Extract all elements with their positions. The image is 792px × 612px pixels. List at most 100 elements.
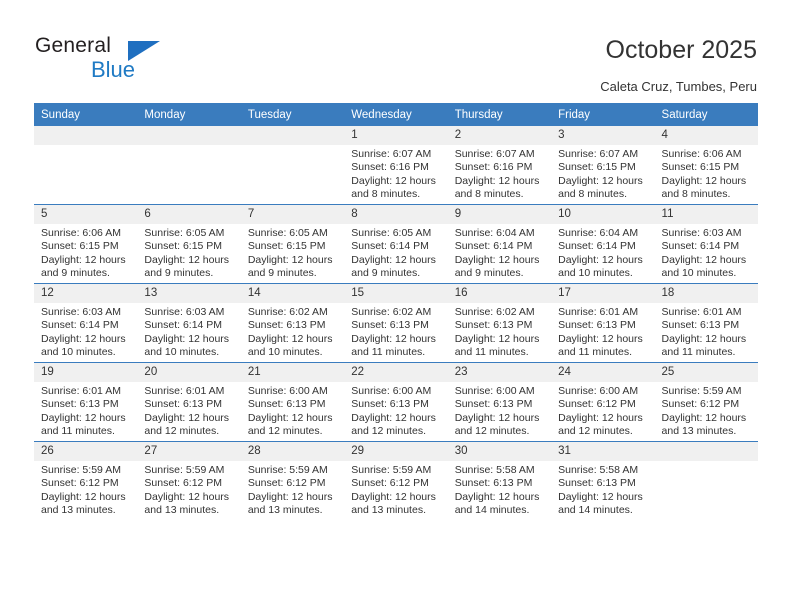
calendar-day-cell[interactable]: 16 Sunrise: 6:02 AM Sunset: 6:13 PM Dayl… <box>447 283 552 363</box>
day-number: 28 <box>240 442 345 461</box>
calendar-day-cell[interactable]: 20 Sunrise: 6:01 AM Sunset: 6:13 PM Dayl… <box>137 362 241 442</box>
sunset-text: Sunset: 6:13 PM <box>661 319 740 332</box>
day-number: 31 <box>551 442 655 461</box>
calendar-day-cell[interactable]: 7 Sunrise: 6:05 AM Sunset: 6:15 PM Dayli… <box>240 204 345 284</box>
sunrise-text: Sunrise: 6:05 AM <box>247 227 328 239</box>
calendar-day-cell[interactable]: 28 Sunrise: 5:59 AM Sunset: 6:12 PM Dayl… <box>240 441 345 520</box>
sunset-text: Sunset: 6:15 PM <box>661 161 740 174</box>
daylight-text-line1: Daylight: 12 hours <box>454 332 540 345</box>
sunrise-text: Sunrise: 6:05 AM <box>144 227 225 239</box>
day-details: Sunrise: 6:00 AM Sunset: 6:13 PM Dayligh… <box>448 382 551 439</box>
day-number: 2 <box>447 126 552 145</box>
calendar-day-cell[interactable]: 14 Sunrise: 6:02 AM Sunset: 6:13 PM Dayl… <box>240 283 345 363</box>
calendar-day-cell[interactable]: 24 Sunrise: 6:00 AM Sunset: 6:12 PM Dayl… <box>551 362 655 442</box>
calendar-day-cell[interactable]: 22 Sunrise: 6:00 AM Sunset: 6:13 PM Dayl… <box>344 362 448 442</box>
day-number: 22 <box>344 363 448 382</box>
daylight-text-line2: and 10 minutes. <box>661 267 737 280</box>
day-details: Sunrise: 6:00 AM Sunset: 6:13 PM Dayligh… <box>241 382 344 439</box>
sunrise-text: Sunrise: 6:03 AM <box>661 227 742 239</box>
sunset-text: Sunset: 6:12 PM <box>247 477 326 490</box>
daylight-text-line2: and 9 minutes. <box>41 267 110 280</box>
calendar-day-cell[interactable]: 26 Sunrise: 5:59 AM Sunset: 6:12 PM Dayl… <box>34 441 138 520</box>
calendar-week-row: 12 Sunrise: 6:03 AM Sunset: 6:14 PM Dayl… <box>34 283 758 363</box>
calendar-day-cell[interactable]: 11 Sunrise: 6:03 AM Sunset: 6:14 PM Dayl… <box>654 204 758 284</box>
calendar-day-cell[interactable]: 10 Sunrise: 6:04 AM Sunset: 6:14 PM Dayl… <box>551 204 655 284</box>
sunset-text: Sunset: 6:13 PM <box>558 477 636 490</box>
calendar-day-cell[interactable]: 8 Sunrise: 6:05 AM Sunset: 6:14 PM Dayli… <box>344 204 448 284</box>
sunrise-text: Sunrise: 6:02 AM <box>454 306 535 318</box>
calendar-day-cell[interactable] <box>34 126 138 205</box>
logo-text-blue: Blue <box>91 57 136 82</box>
calendar-day-cell[interactable]: 29 Sunrise: 5:59 AM Sunset: 6:12 PM Dayl… <box>344 441 448 520</box>
calendar-day-cell[interactable]: 18 Sunrise: 6:01 AM Sunset: 6:13 PM Dayl… <box>654 283 758 363</box>
page-title: October 2025 <box>605 36 758 64</box>
calendar-day-cell[interactable]: 23 Sunrise: 6:00 AM Sunset: 6:13 PM Dayl… <box>447 362 552 442</box>
daylight-text-line1: Daylight: 12 hours <box>144 490 230 503</box>
sunrise-text: Sunrise: 6:01 AM <box>144 385 225 397</box>
calendar-day-cell[interactable]: 30 Sunrise: 5:58 AM Sunset: 6:13 PM Dayl… <box>447 441 552 520</box>
day-details: Sunrise: 6:00 AM Sunset: 6:13 PM Dayligh… <box>344 382 447 439</box>
calendar-day-cell[interactable]: 6 Sunrise: 6:05 AM Sunset: 6:15 PM Dayli… <box>137 204 241 284</box>
calendar-day-cell[interactable]: 2 Sunrise: 6:07 AM Sunset: 6:16 PM Dayli… <box>447 126 552 205</box>
sunset-text: Sunset: 6:14 PM <box>454 240 533 253</box>
sunset-text: Sunset: 6:15 PM <box>247 240 326 253</box>
day-number <box>654 442 758 461</box>
daylight-text-line2: and 13 minutes. <box>41 504 116 517</box>
sunset-text: Sunset: 6:14 PM <box>144 319 223 332</box>
calendar-day-cell[interactable]: 19 Sunrise: 6:01 AM Sunset: 6:13 PM Dayl… <box>34 362 138 442</box>
daylight-text-line1: Daylight: 12 hours <box>41 253 126 266</box>
day-details <box>137 145 240 148</box>
day-number: 14 <box>240 284 345 303</box>
daylight-text-line1: Daylight: 12 hours <box>454 253 540 266</box>
day-number: 7 <box>240 205 345 224</box>
weekday-header-sunday: Sunday <box>34 103 138 126</box>
day-number: 13 <box>137 284 241 303</box>
day-details: Sunrise: 6:02 AM Sunset: 6:13 PM Dayligh… <box>448 303 551 360</box>
calendar-day-cell[interactable]: 17 Sunrise: 6:01 AM Sunset: 6:13 PM Dayl… <box>551 283 655 363</box>
calendar-page: General Blue October 2025 Caleta Cruz, T… <box>0 0 792 612</box>
calendar-day-cell[interactable]: 15 Sunrise: 6:02 AM Sunset: 6:13 PM Dayl… <box>344 283 448 363</box>
calendar-day-cell[interactable]: 25 Sunrise: 5:59 AM Sunset: 6:12 PM Dayl… <box>654 362 758 442</box>
daylight-text-line1: Daylight: 12 hours <box>247 490 333 503</box>
sunrise-text: Sunrise: 6:02 AM <box>351 306 432 318</box>
daylight-text-line1: Daylight: 12 hours <box>454 490 540 503</box>
day-number: 10 <box>551 205 655 224</box>
calendar-day-cell[interactable]: 5 Sunrise: 6:06 AM Sunset: 6:15 PM Dayli… <box>34 204 138 284</box>
sunset-text: Sunset: 6:13 PM <box>247 398 326 411</box>
sunset-text: Sunset: 6:13 PM <box>351 398 429 411</box>
day-number: 12 <box>34 284 138 303</box>
sunrise-text: Sunrise: 6:00 AM <box>247 385 328 397</box>
day-details: Sunrise: 6:02 AM Sunset: 6:13 PM Dayligh… <box>241 303 344 360</box>
day-number: 9 <box>447 205 552 224</box>
calendar-day-cell[interactable] <box>240 126 345 205</box>
daylight-text-line1: Daylight: 12 hours <box>41 411 126 424</box>
daylight-text-line1: Daylight: 12 hours <box>351 174 436 187</box>
calendar-day-cell[interactable]: 13 Sunrise: 6:03 AM Sunset: 6:14 PM Dayl… <box>137 283 241 363</box>
calendar-day-cell[interactable]: 1 Sunrise: 6:07 AM Sunset: 6:16 PM Dayli… <box>344 126 448 205</box>
calendar-day-cell[interactable] <box>137 126 241 205</box>
sunrise-text: Sunrise: 5:59 AM <box>661 385 742 397</box>
calendar-day-cell[interactable]: 3 Sunrise: 6:07 AM Sunset: 6:15 PM Dayli… <box>551 126 655 205</box>
calendar-day-cell[interactable] <box>654 441 758 520</box>
sunset-text: Sunset: 6:13 PM <box>558 319 636 332</box>
day-number: 6 <box>137 205 241 224</box>
day-number: 4 <box>654 126 758 145</box>
calendar-day-cell[interactable]: 12 Sunrise: 6:03 AM Sunset: 6:14 PM Dayl… <box>34 283 138 363</box>
calendar-day-cell[interactable]: 4 Sunrise: 6:06 AM Sunset: 6:15 PM Dayli… <box>654 126 758 205</box>
calendar-day-cell[interactable]: 31 Sunrise: 5:58 AM Sunset: 6:13 PM Dayl… <box>551 441 655 520</box>
calendar-day-cell[interactable]: 27 Sunrise: 5:59 AM Sunset: 6:12 PM Dayl… <box>137 441 241 520</box>
calendar-day-cell[interactable]: 21 Sunrise: 6:00 AM Sunset: 6:13 PM Dayl… <box>240 362 345 442</box>
daylight-text-line1: Daylight: 12 hours <box>661 174 747 187</box>
sunset-text: Sunset: 6:15 PM <box>558 161 636 174</box>
daylight-text-line2: and 8 minutes. <box>351 188 421 201</box>
sunset-text: Sunset: 6:12 PM <box>41 477 119 490</box>
logo-text-general: General <box>35 34 112 57</box>
daylight-text-line1: Daylight: 12 hours <box>247 411 333 424</box>
daylight-text-line1: Daylight: 12 hours <box>661 332 747 345</box>
calendar-day-cell[interactable]: 9 Sunrise: 6:04 AM Sunset: 6:14 PM Dayli… <box>447 204 552 284</box>
daylight-text-line2: and 11 minutes. <box>454 346 529 359</box>
day-details: Sunrise: 6:06 AM Sunset: 6:15 PM Dayligh… <box>34 224 137 281</box>
day-details: Sunrise: 5:59 AM Sunset: 6:12 PM Dayligh… <box>655 382 758 439</box>
daylight-text-line1: Daylight: 12 hours <box>558 411 643 424</box>
day-number: 3 <box>551 126 655 145</box>
